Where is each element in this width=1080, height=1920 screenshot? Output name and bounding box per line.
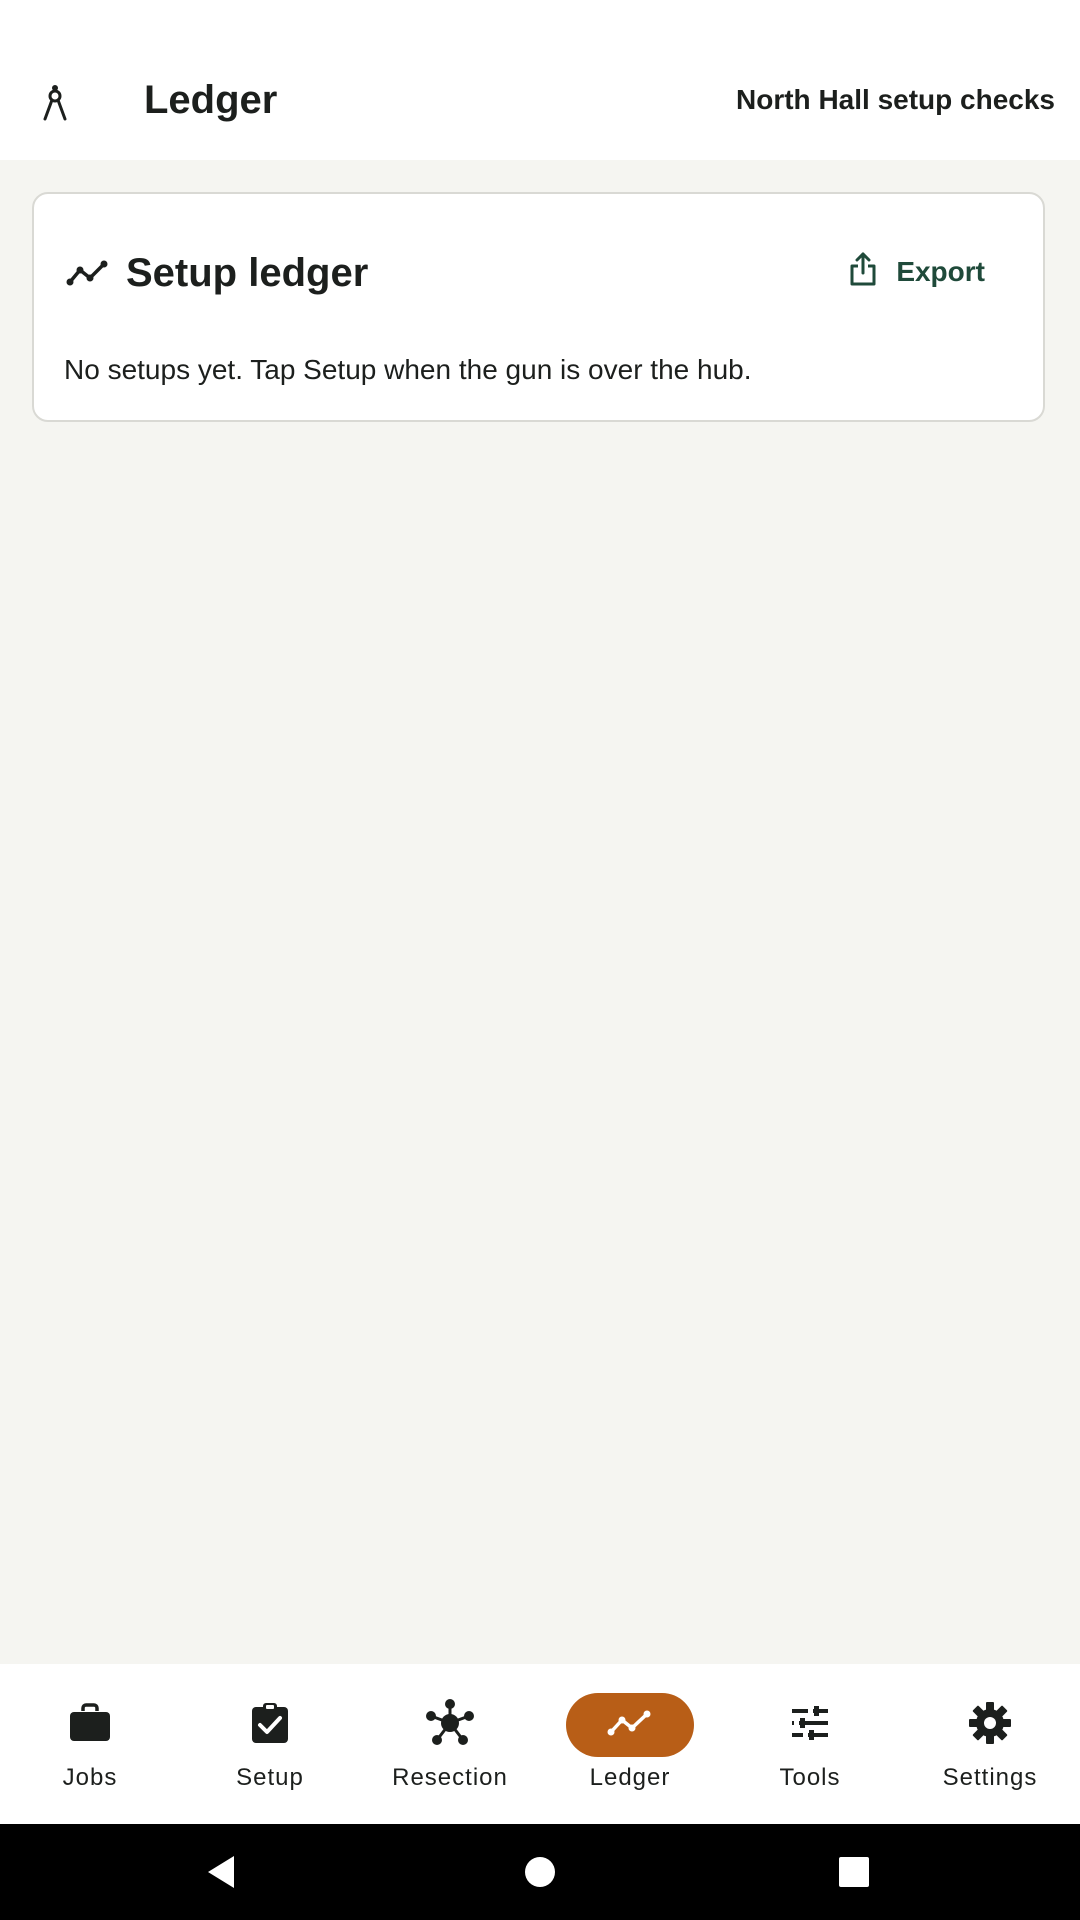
clipboard-check-icon xyxy=(250,1701,290,1750)
nav-label-setup: Setup xyxy=(236,1764,304,1791)
back-triangle-icon[interactable] xyxy=(174,1824,270,1920)
export-label: Export xyxy=(896,256,985,287)
nav-item-setup[interactable]: Setup xyxy=(180,1664,360,1824)
hub-network-icon xyxy=(425,1698,475,1753)
nav-item-jobs[interactable]: Jobs xyxy=(0,1664,180,1824)
briefcase-icon xyxy=(68,1702,112,1748)
nav-pill xyxy=(386,1693,514,1757)
nav-item-ledger[interactable]: Ledger xyxy=(540,1664,720,1824)
recents-square-icon[interactable] xyxy=(806,1824,902,1920)
sliders-icon xyxy=(790,1705,830,1746)
nav-label-tools: Tools xyxy=(779,1764,841,1791)
export-button[interactable]: Export xyxy=(830,240,1003,304)
bottom-navigation: Jobs Setup Resection Ledger Tools Settin… xyxy=(0,1664,1080,1824)
setup-ledger-card: Setup ledger Export No setups yet. Tap S… xyxy=(32,192,1045,422)
trend-line-icon xyxy=(607,1708,653,1743)
app-bar: Ledger North Hall setup checks xyxy=(0,40,1080,160)
ledger-screen: Ledger North Hall setup checks Setup led… xyxy=(0,0,1080,1920)
system-navigation-bar xyxy=(0,1824,1080,1920)
empty-state-message: No setups yet. Tap Setup when the gun is… xyxy=(64,354,752,385)
nav-item-resection[interactable]: Resection xyxy=(360,1664,540,1824)
nav-label-settings: Settings xyxy=(942,1764,1038,1791)
nav-pill-active xyxy=(566,1693,694,1757)
nav-pill xyxy=(26,1693,154,1757)
nav-pill xyxy=(746,1693,874,1757)
share-upload-icon xyxy=(848,251,878,294)
nav-label-ledger: Ledger xyxy=(589,1764,671,1791)
nav-item-settings[interactable]: Settings xyxy=(900,1664,1080,1824)
nav-label-resection: Resection xyxy=(392,1764,508,1791)
job-name: North Hall setup checks xyxy=(736,84,1055,115)
status-bar xyxy=(0,0,1080,40)
nav-pill xyxy=(206,1693,334,1757)
page-title: Ledger xyxy=(144,78,278,122)
trend-line-icon xyxy=(64,249,112,297)
compass-icon[interactable] xyxy=(30,77,80,127)
gear-icon xyxy=(968,1701,1012,1750)
nav-item-tools[interactable]: Tools xyxy=(720,1664,900,1824)
nav-label-jobs: Jobs xyxy=(62,1764,118,1791)
card-title: Setup ledger xyxy=(126,251,369,295)
home-circle-icon[interactable] xyxy=(492,1824,588,1920)
nav-pill xyxy=(926,1693,1054,1757)
